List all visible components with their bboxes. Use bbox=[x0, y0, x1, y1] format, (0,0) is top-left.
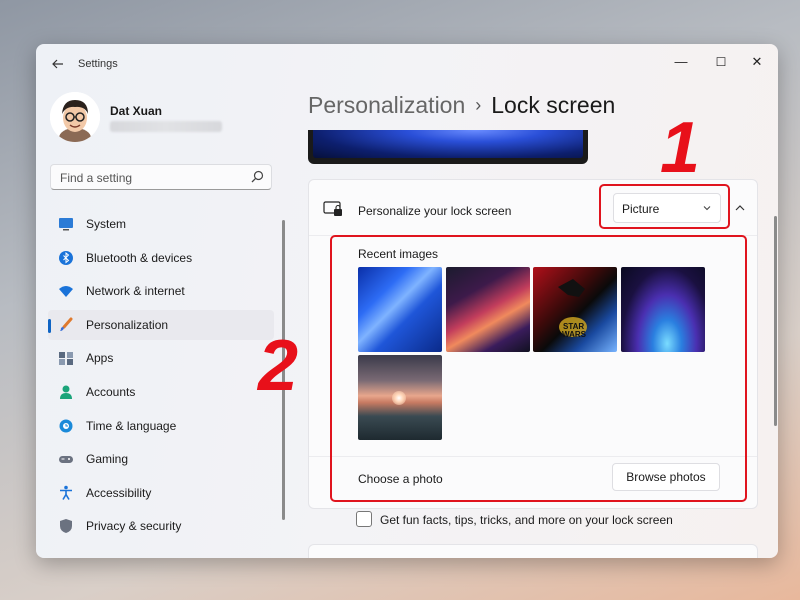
sidebar-item-label: Accessibility bbox=[86, 485, 152, 500]
maximize-button[interactable]: ☐ bbox=[704, 50, 738, 74]
chevron-up-icon[interactable] bbox=[733, 202, 747, 214]
app-title: Settings bbox=[78, 58, 118, 70]
next-settings-card[interactable] bbox=[308, 544, 758, 558]
brush-icon bbox=[60, 317, 73, 331]
search-input[interactable]: Find a setting bbox=[50, 164, 272, 190]
minimize-button[interactable]: — bbox=[664, 50, 698, 74]
wifi-icon bbox=[59, 286, 73, 298]
breadcrumb: Personalization › Lock screen bbox=[308, 92, 615, 119]
avatar[interactable] bbox=[50, 92, 100, 142]
annotation-number-1: 1 bbox=[660, 108, 701, 188]
sidebar-item-network-internet[interactable]: Network & internet bbox=[48, 276, 274, 306]
gamepad-icon bbox=[59, 456, 73, 464]
breadcrumb-separator: › bbox=[475, 95, 482, 115]
search-placeholder: Find a setting bbox=[60, 171, 133, 185]
profile-email-redacted bbox=[110, 121, 222, 132]
sidebar-item-label: Gaming bbox=[86, 452, 129, 467]
sidebar-item-time-language[interactable]: Time & language bbox=[48, 411, 274, 441]
close-button[interactable]: ✕ bbox=[740, 50, 774, 74]
breadcrumb-parent[interactable]: Personalization bbox=[308, 92, 465, 118]
sidebar-item-apps[interactable]: Apps bbox=[48, 343, 274, 373]
sidebar-item-accessibility[interactable]: Accessibility bbox=[48, 478, 274, 508]
lock-screen-icon bbox=[323, 201, 342, 216]
title-bar: Settings — ☐ ✕ bbox=[36, 44, 778, 84]
profile-name: Dat Xuan bbox=[110, 104, 163, 118]
sidebar-item-gaming[interactable]: Gaming bbox=[48, 444, 274, 474]
card-title: Personalize your lock screen bbox=[358, 204, 512, 218]
lock-screen-preview bbox=[308, 130, 588, 164]
globe-clock-icon bbox=[59, 419, 73, 433]
accessibility-icon bbox=[60, 485, 72, 500]
sidebar-item-label: Bluetooth & devices bbox=[86, 250, 193, 265]
sidebar-nav: System Bluetooth & devices Network & inter… bbox=[48, 209, 274, 545]
accounts-icon bbox=[60, 385, 72, 399]
annotation-box-1 bbox=[599, 184, 730, 229]
page-title: Lock screen bbox=[491, 92, 616, 118]
sidebar-item-label: Personalization bbox=[86, 317, 169, 332]
bluetooth-icon bbox=[59, 250, 73, 265]
fun-facts-checkbox[interactable] bbox=[356, 511, 372, 527]
lock-screen-preview-image bbox=[313, 130, 583, 158]
main-scrollbar[interactable] bbox=[774, 216, 777, 426]
sidebar-item-label: Time & language bbox=[86, 418, 177, 433]
sidebar-item-bluetooth-devices[interactable]: Bluetooth & devices bbox=[48, 243, 274, 273]
system-icon bbox=[59, 218, 73, 231]
annotation-box-2 bbox=[330, 235, 747, 502]
sidebar-item-label: Privacy & security bbox=[86, 519, 182, 534]
sidebar-item-system[interactable]: System bbox=[48, 209, 274, 239]
search-icon bbox=[251, 170, 264, 183]
sidebar-item-label: Accounts bbox=[86, 384, 136, 399]
sidebar-item-label: Apps bbox=[86, 351, 114, 366]
shield-icon bbox=[60, 519, 72, 534]
sidebar-item-label: Network & internet bbox=[86, 284, 185, 299]
arrow-left-icon bbox=[52, 59, 63, 69]
sidebar-item-privacy-security[interactable]: Privacy & security bbox=[48, 511, 274, 541]
sidebar-item-label: System bbox=[86, 217, 127, 231]
fun-facts-label: Get fun facts, tips, tricks, and more on… bbox=[380, 513, 673, 527]
apps-icon bbox=[59, 352, 73, 366]
sidebar-item-accounts[interactable]: Accounts bbox=[48, 377, 274, 407]
back-button[interactable] bbox=[48, 55, 68, 73]
annotation-number-2: 2 bbox=[258, 326, 299, 406]
sidebar-item-personalization[interactable]: Personalization bbox=[48, 309, 274, 340]
avatar-image bbox=[50, 92, 100, 142]
